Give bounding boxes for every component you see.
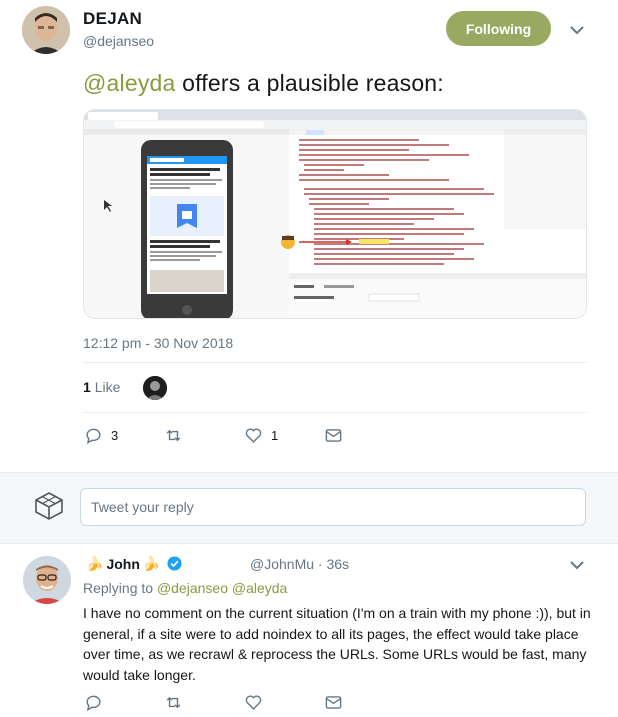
author-handle[interactable]: @dejanseo xyxy=(83,33,154,49)
following-button[interactable]: Following xyxy=(446,11,551,46)
heart-icon xyxy=(245,695,262,710)
replying-to-line: Replying to @dejanseo @aleyda xyxy=(83,580,287,596)
reply-author-avatar[interactable] xyxy=(23,556,71,604)
tweet-text: @aleyda offers a plausible reason: xyxy=(83,70,444,97)
reply-like-action[interactable] xyxy=(244,693,271,712)
retweet-icon xyxy=(166,429,181,442)
like-action[interactable]: 1 xyxy=(244,426,278,445)
tweet-timestamp[interactable]: 12:12 pm - 30 Nov 2018 xyxy=(83,335,233,351)
direct-message-action[interactable] xyxy=(324,426,343,445)
tweet-media-image[interactable] xyxy=(83,109,587,319)
retweet-icon xyxy=(166,696,181,709)
envelope-icon xyxy=(325,696,342,709)
tweet-text-body: offers a plausible reason: xyxy=(175,70,444,96)
tweet-reply-input[interactable] xyxy=(80,488,586,526)
reply-retweet-action[interactable] xyxy=(164,693,191,712)
reply-count: 3 xyxy=(111,428,119,443)
more-options-chevron-icon[interactable] xyxy=(570,25,584,35)
reply-direct-message-action[interactable] xyxy=(324,693,343,712)
banana-icon: 🍌 xyxy=(86,555,104,571)
envelope-icon xyxy=(325,429,342,442)
current-user-avatar-icon xyxy=(33,490,65,522)
heart-icon xyxy=(245,428,262,443)
liker-avatar[interactable] xyxy=(143,376,167,400)
author-avatar[interactable] xyxy=(22,6,70,54)
likes-label: Like xyxy=(94,379,121,395)
reply-icon xyxy=(86,695,101,712)
banana-icon: 🍌 xyxy=(142,555,161,571)
replying-to-label: Replying to xyxy=(83,580,154,596)
reply-tweet-text: I have no comment on the current situati… xyxy=(83,605,591,683)
mention-link[interactable]: @aleyda xyxy=(83,70,176,96)
reply-reply-action[interactable] xyxy=(84,693,111,712)
divider xyxy=(83,362,587,363)
verified-badge-icon xyxy=(167,556,182,571)
reply-author-name: John xyxy=(106,555,140,572)
reply-author-name-row[interactable]: 🍌 John 🍌 xyxy=(83,555,182,572)
replying-to-mention[interactable]: @aleyda xyxy=(232,580,287,596)
author-name[interactable]: DEJAN xyxy=(83,9,142,29)
likes-count[interactable]: 1 Like xyxy=(83,379,120,395)
divider xyxy=(83,412,587,413)
reply-action[interactable]: 3 xyxy=(84,426,118,445)
reply-author-handle-time[interactable]: @JohnMu · 36s xyxy=(250,556,349,572)
reply-more-options-chevron-icon[interactable] xyxy=(570,560,584,570)
reply-icon xyxy=(86,428,101,445)
retweet-action[interactable] xyxy=(164,426,191,445)
replying-to-mention[interactable]: @dejanseo xyxy=(157,580,228,596)
like-count: 1 xyxy=(271,428,279,443)
likes-number: 1 xyxy=(83,379,91,395)
